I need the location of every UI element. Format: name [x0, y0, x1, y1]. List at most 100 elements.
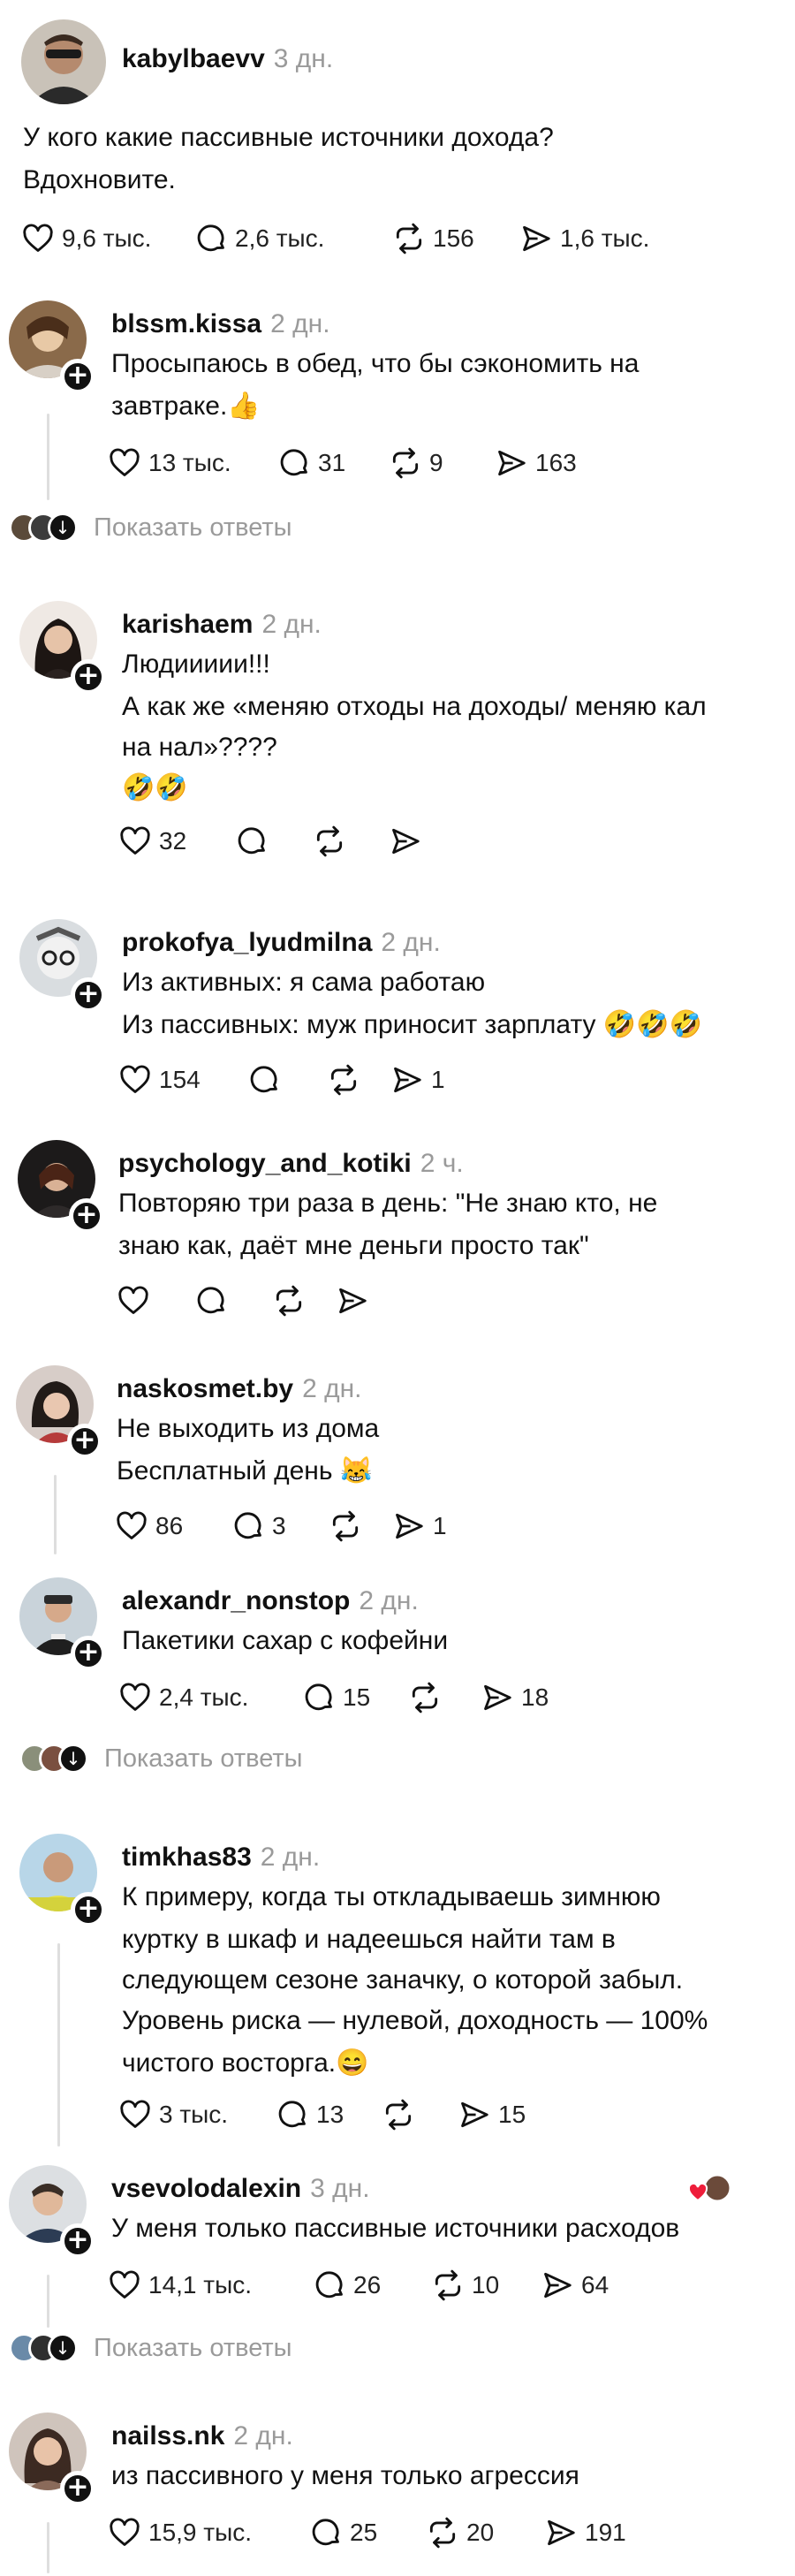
timestamp: 3 дн. [310, 2174, 370, 2203]
share-button[interactable]: 1 [390, 1063, 445, 1097]
share-button[interactable] [336, 1284, 376, 1318]
like-count: 3 тыс. [159, 2101, 229, 2128]
comment-author[interactable]: alexandr_nonstop 2 дн. [122, 1586, 419, 1616]
timestamp: 2 дн. [381, 928, 441, 957]
share-icon [339, 1288, 367, 1314]
repost-button[interactable]: 9 [389, 446, 495, 480]
repost-button[interactable] [382, 2098, 458, 2131]
like-button[interactable] [117, 1284, 194, 1318]
comment-button[interactable]: 15 [302, 1681, 408, 1714]
show-replies-button[interactable]: ↓ Показать ответы [19, 1744, 302, 1774]
timestamp: 2 дн. [260, 1843, 321, 1872]
like-button[interactable]: 32 [118, 824, 235, 858]
share-button[interactable]: 18 [481, 1681, 549, 1714]
username[interactable]: naskosmet.by [117, 1374, 293, 1403]
username[interactable]: vsevolodalexin [111, 2174, 301, 2203]
repost-icon [429, 2517, 456, 2549]
follow-button[interactable]: + [71, 977, 106, 1013]
timestamp: 2 дн. [302, 1374, 362, 1403]
avatar[interactable] [21, 19, 106, 104]
comment-author[interactable]: vsevolodalexin 3 дн. [111, 2174, 370, 2204]
repost-icon [392, 447, 419, 479]
follow-button[interactable]: + [71, 1636, 106, 1671]
comment-button[interactable]: 13 [276, 2098, 382, 2131]
comment-actions [117, 1281, 376, 1320]
follow-button[interactable]: + [67, 1424, 102, 1459]
like-button[interactable]: 15,9 тыс. [108, 2516, 309, 2549]
comment-actions: 2,4 тыс. 15 18 [118, 1678, 549, 1717]
show-replies-button[interactable]: ↓ Показать ответы [9, 2333, 292, 2363]
follow-button[interactable]: + [60, 359, 95, 394]
comment-icon [197, 1287, 224, 1314]
comment-author[interactable]: psychology_and_kotiki 2 ч. [118, 1149, 464, 1179]
comment-button[interactable]: 2,6 тыс. [194, 222, 392, 255]
share-button[interactable]: 163 [495, 446, 577, 480]
repost-button[interactable] [313, 824, 389, 858]
share-icon [548, 2519, 575, 2546]
post-author[interactable]: kabylbaevv 3 дн. [122, 44, 333, 74]
show-replies-button[interactable]: ↓ Показать ответы [9, 513, 292, 543]
comment-button[interactable]: 25 [309, 2516, 426, 2549]
comment-count: 13 [316, 2101, 344, 2128]
comment-author[interactable]: karishaem 2 дн. [122, 610, 322, 640]
comment-button[interactable]: 31 [277, 446, 389, 480]
repost-button[interactable] [272, 1284, 336, 1318]
comment: + prokofya_lyudmilna 2 дн. Из активных: я… [0, 910, 795, 1105]
share-button[interactable]: 191 [544, 2516, 626, 2549]
comment-button[interactable] [235, 824, 313, 858]
comment-text-line: на нал»???? [122, 733, 277, 762]
follow-button[interactable]: + [71, 1892, 106, 1927]
username[interactable]: timkhas83 [122, 1843, 252, 1872]
follow-button[interactable]: + [71, 659, 106, 695]
share-button[interactable]: 1 [392, 1509, 447, 1543]
repost-button[interactable] [329, 1509, 392, 1543]
like-count: 154 [159, 1066, 201, 1093]
comment: + nailss.nk 2 дн. из пассивного у меня то… [0, 2404, 795, 2576]
comment-icon [250, 1066, 277, 1093]
repost-icon [332, 1510, 359, 1542]
comment-author[interactable]: timkhas83 2 дн. [122, 1843, 320, 1873]
comment-button[interactable]: 3 [231, 1509, 329, 1543]
repost-button[interactable] [408, 1681, 481, 1714]
comment-author[interactable]: nailss.nk 2 дн. [111, 2421, 293, 2451]
share-count: 64 [581, 2271, 610, 2299]
comment-count: 31 [318, 449, 346, 476]
username[interactable]: psychology_and_kotiki [118, 1149, 412, 1178]
like-button[interactable]: 86 [115, 1509, 231, 1543]
share-button[interactable]: 15 [458, 2098, 526, 2131]
follow-button[interactable]: + [69, 1198, 104, 1234]
comment-button[interactable]: 26 [313, 2268, 431, 2302]
comment-author[interactable]: prokofya_lyudmilna 2 дн. [122, 928, 441, 958]
like-button[interactable]: 13 тыс. [108, 446, 277, 480]
like-button[interactable]: 2,4 тыс. [118, 1681, 302, 1714]
username[interactable]: kabylbaevv [122, 44, 265, 73]
repost-button[interactable]: 20 [426, 2516, 544, 2549]
follow-button[interactable]: + [60, 2471, 95, 2506]
repost-button[interactable]: 156 [392, 222, 519, 255]
follow-button[interactable]: + [60, 2223, 95, 2259]
comment-author[interactable]: blssm.kissa 2 дн. [111, 309, 330, 339]
username[interactable]: blssm.kissa [111, 309, 261, 338]
like-button[interactable]: 14,1 тыс. [108, 2268, 313, 2302]
username[interactable]: nailss.nk [111, 2421, 224, 2451]
comment-button[interactable] [247, 1063, 327, 1097]
post-text-line: У кого какие пассивные источники дохода? [23, 123, 554, 152]
comment-text-line: А как же «меняю отходы на доходы/ меняю … [122, 692, 707, 721]
like-button[interactable]: 9,6 тыс. [21, 222, 194, 255]
comment-button[interactable] [194, 1284, 272, 1318]
repost-button[interactable] [327, 1063, 390, 1097]
username[interactable]: alexandr_nonstop [122, 1586, 350, 1615]
repost-button[interactable]: 10 [431, 2268, 541, 2302]
like-button[interactable]: 3 тыс. [118, 2098, 276, 2131]
share-button[interactable] [389, 824, 429, 858]
username[interactable]: karishaem [122, 610, 253, 639]
share-button[interactable]: 1,6 тыс. [519, 222, 649, 255]
username[interactable]: prokofya_lyudmilna [122, 928, 372, 957]
repost-count: 10 [472, 2271, 500, 2299]
comment-icon [312, 2519, 339, 2546]
share-button[interactable]: 64 [541, 2268, 609, 2302]
like-button[interactable]: 154 [118, 1063, 247, 1097]
comment-author[interactable]: naskosmet.by 2 дн. [117, 1374, 362, 1404]
timestamp: 2 дн. [261, 610, 322, 639]
share-count: 1,6 тыс. [560, 224, 650, 252]
